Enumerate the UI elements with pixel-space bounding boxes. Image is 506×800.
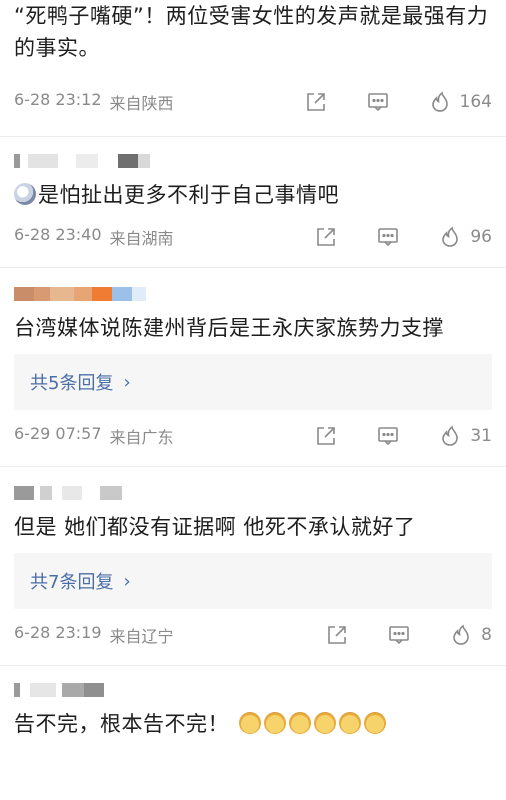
comment-meta: 6-29 07:57 来自广东 31: [14, 416, 492, 456]
comment-item: 是怕扯出更多不利于自己事情吧 6-28 23:40 来自湖南 96: [0, 151, 506, 257]
like-count: 96: [470, 227, 492, 247]
like-count: 8: [481, 625, 492, 645]
doge-emoji-icon: [314, 712, 337, 734]
username-blurred: [14, 680, 492, 700]
like-count: 31: [470, 426, 492, 446]
comment-text: 告不完，根本告不完！: [14, 712, 229, 736]
share-icon: [328, 626, 346, 644]
comment-location: 来自湖南: [109, 229, 174, 248]
comment-text: “死鸭子嘴硬”！两位受害女性的发声就是最强有力的事实。: [14, 4, 489, 60]
flame-icon: [442, 226, 459, 247]
comment-item: 台湾媒体说陈建州背后是王永庆家族势力支撑 共5条回复 › 6-29 07:57 …: [0, 284, 506, 456]
share-icon: [317, 228, 336, 246]
comment-button[interactable]: [387, 623, 411, 647]
comment-icon: [367, 93, 388, 112]
face-emoji-icon: [14, 183, 36, 205]
username-blurred: [14, 151, 492, 171]
divider: [0, 466, 506, 467]
share-button[interactable]: [314, 225, 338, 249]
doge-emoji-icon: [289, 712, 312, 734]
view-replies-button[interactable]: 共7条回复 ›: [14, 553, 492, 609]
share-icon: [317, 427, 336, 445]
share-button[interactable]: [314, 424, 338, 448]
comment-icon: [378, 427, 399, 446]
username-blurred: [14, 284, 492, 304]
comment-time: 6-28 23:19: [14, 623, 102, 642]
comment-time: 6-28 23:12: [14, 90, 102, 109]
flame-icon: [431, 91, 448, 112]
comment-item: 告不完，根本告不完！: [0, 680, 506, 740]
comment-meta: 6-28 23:12 来自陕西 164: [14, 82, 492, 122]
comment-item: “死鸭子嘴硬”！两位受害女性的发声就是最强有力的事实。 6-28 23:12 来…: [0, 0, 506, 122]
chevron-right-icon: ›: [123, 371, 131, 393]
like-button[interactable]: 8: [449, 623, 492, 647]
flame-icon: [442, 425, 459, 446]
divider: [0, 665, 506, 666]
username-blurred: [14, 483, 492, 503]
divider: [0, 267, 506, 268]
comment-meta: 6-28 23:40 来自湖南 96: [14, 217, 492, 257]
doge-emoji-icon: [364, 712, 387, 734]
share-button[interactable]: [304, 90, 328, 114]
comment-meta: 6-28 23:19 来自辽宁 8: [14, 615, 492, 655]
share-button[interactable]: [325, 623, 349, 647]
comment-text: 但是 她们都没有证据啊 他死不承认就好了: [14, 515, 416, 539]
comment-time: 6-29 07:57: [14, 424, 102, 443]
comment-location: 来自辽宁: [109, 627, 174, 646]
doge-emoji-icon: [339, 712, 362, 734]
divider: [0, 136, 506, 137]
doge-emoji-icon: [239, 712, 262, 734]
comment-item: 但是 她们都没有证据啊 他死不承认就好了 共7条回复 › 6-28 23:19 …: [0, 483, 506, 655]
share-icon: [306, 93, 325, 111]
comment-text: 台湾媒体说陈建州背后是王永庆家族势力支撑: [14, 316, 444, 340]
comment-button[interactable]: [366, 90, 390, 114]
comment-text: 是怕扯出更多不利于自己事情吧: [38, 183, 339, 207]
like-button[interactable]: 31: [438, 424, 492, 448]
comment-time: 6-28 23:40: [14, 225, 102, 244]
flame-icon: [453, 624, 469, 645]
comment-location: 来自广东: [109, 428, 174, 447]
comment-location: 来自陕西: [109, 94, 174, 113]
like-button[interactable]: 164: [428, 90, 492, 114]
replies-label: 共5条回复: [30, 373, 114, 394]
comment-icon: [389, 626, 409, 645]
like-count: 164: [459, 92, 492, 112]
view-replies-button[interactable]: 共5条回复 ›: [14, 354, 492, 410]
comment-button[interactable]: [376, 225, 400, 249]
comment-button[interactable]: [376, 424, 400, 448]
comment-icon: [378, 228, 399, 247]
replies-label: 共7条回复: [30, 572, 114, 593]
doge-emoji-icon: [264, 712, 287, 734]
like-button[interactable]: 96: [438, 225, 492, 249]
chevron-right-icon: ›: [123, 570, 131, 592]
